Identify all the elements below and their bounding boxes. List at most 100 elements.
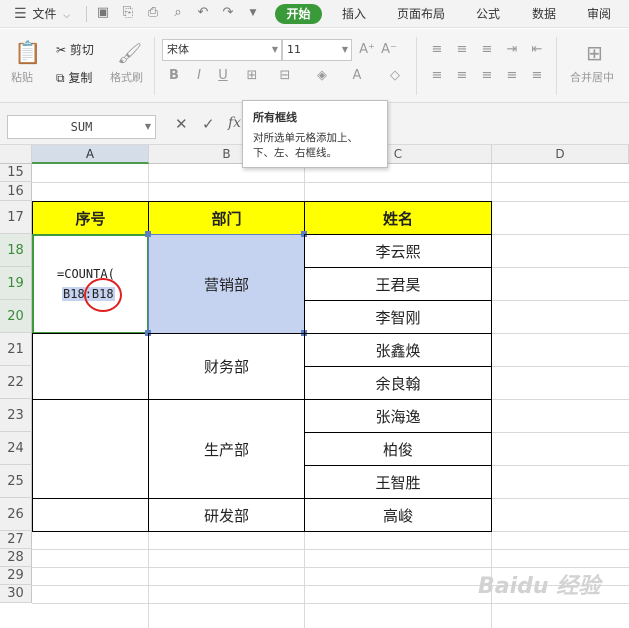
- tooltip-body: 对所选单元格添加上、下、左、右框线。: [253, 132, 358, 159]
- name-cell[interactable]: 柏俊: [304, 432, 492, 466]
- align-middle-icon[interactable]: ≡: [453, 41, 471, 59]
- font-size-select[interactable]: 11 ▼: [282, 39, 352, 61]
- active-formula-cell[interactable]: =COUNTA( B18:B18: [32, 234, 149, 334]
- chevron-down-icon: ▼: [144, 122, 151, 131]
- row-header[interactable]: 26: [0, 498, 32, 531]
- column-header-a[interactable]: A: [32, 145, 149, 164]
- row-header[interactable]: 28: [0, 549, 32, 567]
- tab-formulas[interactable]: 公式: [476, 0, 500, 28]
- name-cell[interactable]: 王君昊: [304, 267, 492, 301]
- name-cell[interactable]: 张海逸: [304, 399, 492, 433]
- name-cell[interactable]: 王智胜: [304, 465, 492, 499]
- merge-center-button[interactable]: 合并居中: [570, 69, 614, 85]
- print-icon[interactable]: ⎙: [146, 6, 160, 20]
- align-right-icon[interactable]: ≡: [478, 67, 496, 85]
- paste-button[interactable]: 粘贴: [11, 69, 33, 85]
- formula-editor: =COUNTA( B18:B18: [34, 236, 150, 336]
- row-header[interactable]: 16: [0, 182, 32, 201]
- department-cell[interactable]: 研发部: [148, 498, 305, 532]
- merged-cell[interactable]: [32, 498, 149, 532]
- selection-handle[interactable]: [145, 231, 151, 237]
- copy-button[interactable]: ⧉ 复制: [56, 69, 92, 86]
- row-header[interactable]: 15: [0, 164, 32, 182]
- border-icon[interactable]: ⊞: [243, 67, 261, 85]
- name-box[interactable]: SUM ▼: [7, 115, 156, 139]
- justify-icon[interactable]: ≡: [503, 67, 521, 85]
- italic-icon[interactable]: I: [190, 67, 208, 85]
- format-painter-button[interactable]: 格式刷: [110, 69, 143, 85]
- decrease-font-icon[interactable]: A⁻: [380, 41, 398, 59]
- row-header[interactable]: 30: [0, 585, 32, 603]
- brush-icon[interactable]: 🖌: [117, 41, 142, 65]
- export-icon[interactable]: ⎘: [121, 6, 135, 20]
- undo-icon[interactable]: ↶: [196, 6, 210, 20]
- align-bottom-icon[interactable]: ≡: [478, 41, 496, 59]
- eraser-icon[interactable]: ◇: [386, 67, 404, 85]
- fill-color-icon[interactable]: ◈: [313, 67, 331, 85]
- tab-data[interactable]: 数据: [532, 0, 556, 28]
- merged-cell[interactable]: [32, 333, 149, 400]
- tab-insert[interactable]: 插入: [342, 0, 366, 28]
- divider: [86, 6, 87, 22]
- worksheet-grid[interactable]: 序号 部门 姓名 =COUNTA( B18:B18 营销部 财务部 生产部 研发…: [32, 164, 629, 628]
- cut-button[interactable]: ✂ 剪切: [56, 41, 94, 58]
- cell-style-icon[interactable]: ⊟: [276, 67, 294, 85]
- name-cell[interactable]: 李智刚: [304, 300, 492, 334]
- underline-icon[interactable]: U: [214, 67, 232, 85]
- fx-icon[interactable]: fx: [228, 115, 241, 131]
- align-top-icon[interactable]: ≡: [428, 41, 446, 59]
- redo-icon[interactable]: ↷: [221, 6, 235, 20]
- row-header[interactable]: 17: [0, 201, 32, 234]
- tab-page-layout[interactable]: 页面布局: [397, 0, 445, 28]
- row-header[interactable]: 20: [0, 300, 32, 333]
- print-preview-icon[interactable]: ⌕: [171, 6, 185, 20]
- save-icon[interactable]: ▣: [96, 6, 110, 20]
- confirm-icon[interactable]: ✓: [202, 115, 215, 133]
- row-header[interactable]: 22: [0, 366, 32, 399]
- chevron-down-icon: ▼: [341, 45, 348, 54]
- name-cell[interactable]: 高峻: [304, 498, 492, 532]
- cancel-icon[interactable]: ✕: [175, 115, 188, 133]
- paste-icon[interactable]: 📋: [14, 41, 41, 66]
- align-left-icon[interactable]: ≡: [428, 67, 446, 85]
- row-header[interactable]: 21: [0, 333, 32, 366]
- name-cell[interactable]: 李云熙: [304, 234, 492, 268]
- distribute-icon[interactable]: ≡: [528, 67, 546, 85]
- tab-home[interactable]: 开始: [275, 4, 322, 24]
- name-cell[interactable]: 张鑫焕: [304, 333, 492, 367]
- department-cell[interactable]: 生产部: [148, 399, 305, 499]
- department-label: 营销部: [203, 275, 249, 294]
- scissors-icon: ✂: [56, 43, 67, 57]
- column-header-d[interactable]: D: [492, 145, 629, 164]
- table-header-cell[interactable]: 序号: [32, 201, 149, 235]
- divider: [556, 37, 557, 95]
- selected-range[interactable]: 营销部: [148, 234, 305, 334]
- name-cell[interactable]: 余良翰: [304, 366, 492, 400]
- table-header-cell[interactable]: 姓名: [304, 201, 492, 235]
- customize-icon[interactable]: ▼: [246, 6, 260, 20]
- file-menu[interactable]: ☰ 文件 ⌵: [14, 0, 70, 28]
- row-header[interactable]: 23: [0, 399, 32, 432]
- font-color-icon[interactable]: A: [348, 67, 366, 85]
- formula-ref-start: B18: [63, 287, 85, 301]
- indent-icon[interactable]: ⇥: [503, 41, 521, 59]
- font-name-select[interactable]: 宋体 ▼: [162, 39, 282, 61]
- align-center-icon[interactable]: ≡: [453, 67, 471, 85]
- table-header-cell[interactable]: 部门: [148, 201, 305, 235]
- row-header[interactable]: 29: [0, 567, 32, 585]
- merge-icon[interactable]: ⊞: [586, 41, 603, 65]
- row-header[interactable]: 18: [0, 234, 32, 267]
- row-header[interactable]: 19: [0, 267, 32, 300]
- outdent-icon[interactable]: ⇤: [528, 41, 546, 59]
- increase-font-icon[interactable]: A⁺: [358, 41, 376, 59]
- select-all-corner[interactable]: [0, 145, 32, 164]
- divider: [416, 37, 417, 95]
- row-header[interactable]: 27: [0, 531, 32, 549]
- bold-icon[interactable]: B: [165, 67, 183, 85]
- row-header[interactable]: 25: [0, 465, 32, 498]
- tab-review[interactable]: 审阅: [587, 0, 611, 28]
- department-cell[interactable]: 财务部: [148, 333, 305, 400]
- merged-cell[interactable]: [32, 399, 149, 499]
- chevron-down-icon: ▼: [271, 45, 278, 54]
- row-header[interactable]: 24: [0, 432, 32, 465]
